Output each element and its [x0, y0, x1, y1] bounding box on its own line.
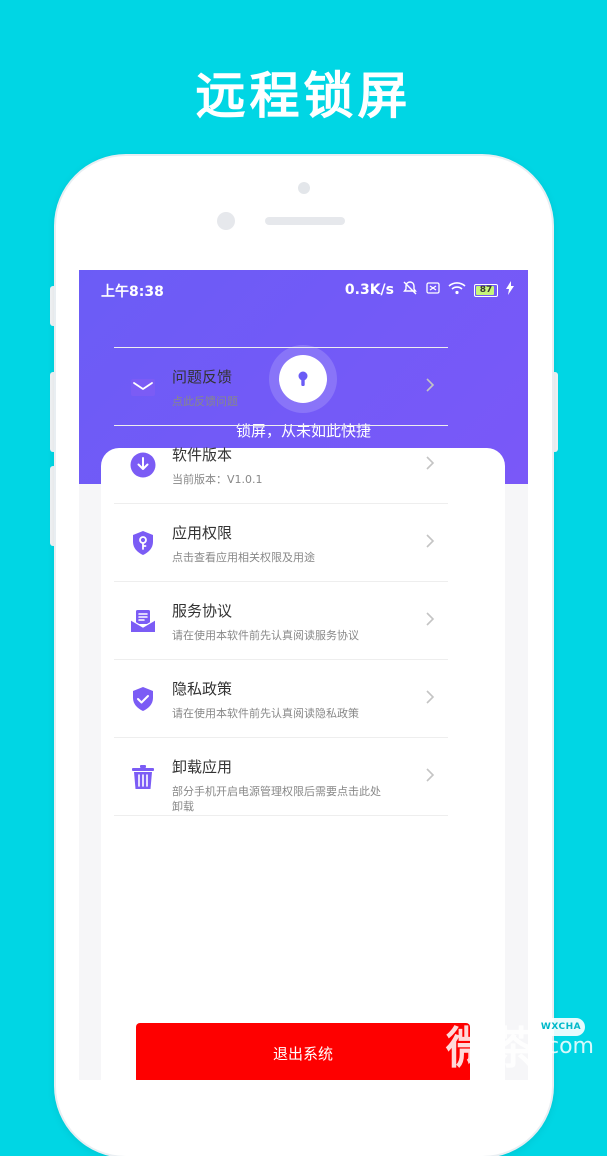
list-item-permissions[interactable]: 应用权限 点击查看应用相关权限及用途	[114, 504, 448, 582]
list-item-subtitle: 点此反馈问题	[172, 395, 238, 408]
status-indicators: 0.3K/s 87	[345, 280, 514, 300]
mail-icon	[131, 379, 155, 396]
list-item-subtitle: 点击查看应用相关权限及用途	[172, 551, 315, 564]
list-item-title: 问题反馈	[172, 368, 233, 386]
battery-icon: 87	[474, 283, 498, 297]
trash-icon	[132, 765, 154, 789]
list-item-title: 卸载应用	[172, 758, 233, 776]
list-item-version[interactable]: 软件版本 当前版本：V1.0.1	[114, 426, 448, 504]
list-item-subtitle: 请在使用本软件前先认真阅读服务协议	[172, 629, 359, 642]
battery-level: 87	[479, 284, 493, 295]
chevron-right-icon	[426, 768, 435, 782]
page-headline: 远程锁屏	[195, 67, 412, 125]
list-item-title: 隐私政策	[172, 680, 233, 698]
list-item-title: 服务协议	[172, 602, 233, 620]
chevron-right-icon	[426, 456, 435, 470]
shield-key-icon	[133, 531, 153, 555]
watermark-domain: .com	[540, 1034, 594, 1059]
chevron-right-icon	[426, 534, 435, 548]
list-item-privacy-policy[interactable]: 隐私政策 请在使用本软件前先认真阅读隐私政策	[114, 660, 448, 738]
agreement-icon	[130, 610, 156, 632]
phone-camera	[217, 212, 235, 230]
status-time: 上午8:38	[101, 284, 164, 300]
list-item-subtitle: 部分手机开启电源管理权限后需要点击此处卸载	[172, 785, 381, 813]
wifi-icon	[448, 281, 466, 299]
alarm-off-icon	[402, 280, 418, 300]
watermark-logo: 微茶	[446, 1023, 536, 1074]
app-screen: 上午8:38 0.3K/s 87 锁屏，从未如此快捷 问题反馈 点此反馈问题 软…	[79, 270, 528, 1080]
chevron-right-icon	[426, 690, 435, 704]
phone-speaker	[265, 217, 345, 225]
exit-system-button[interactable]: 退出系统	[136, 1023, 470, 1080]
shield-check-icon	[133, 687, 153, 711]
chevron-right-icon	[426, 378, 435, 392]
list-item-service-agreement[interactable]: 服务协议 请在使用本软件前先认真阅读服务协议	[114, 582, 448, 660]
settings-list: 问题反馈 点此反馈问题 软件版本 当前版本：V1.0.1 应用权限 点击查看应用…	[114, 347, 448, 816]
sim-card-icon	[426, 281, 440, 299]
chevron-right-icon	[426, 612, 435, 626]
phone-sensor	[298, 182, 310, 194]
list-item-uninstall[interactable]: 卸载应用 部分手机开启电源管理权限后需要点击此处卸载	[114, 738, 448, 816]
charging-icon	[506, 281, 514, 299]
network-speed: 0.3K/s	[344, 282, 394, 298]
list-item-subtitle: 请在使用本软件前先认真阅读隐私政策	[172, 707, 359, 720]
download-icon	[130, 452, 156, 478]
list-item-title: 软件版本	[172, 446, 233, 464]
list-item-title: 应用权限	[172, 524, 233, 542]
list-item-feedback[interactable]: 问题反馈 点此反馈问题	[114, 348, 448, 426]
list-item-subtitle: 当前版本：V1.0.1	[172, 473, 263, 486]
status-bar: 上午8:38 0.3K/s 87	[79, 270, 528, 310]
